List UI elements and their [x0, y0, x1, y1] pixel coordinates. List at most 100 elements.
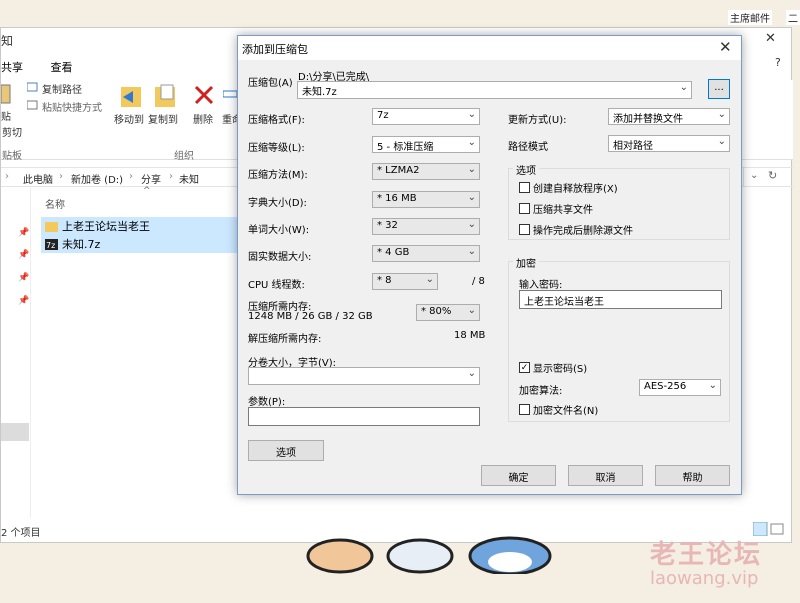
chevron-right-icon: ›: [59, 171, 63, 182]
browse-button[interactable]: ...: [708, 79, 730, 99]
compress-shared-checkbox[interactable]: 压缩共享文件: [519, 201, 593, 216]
rename-icon: [223, 90, 237, 98]
checkbox-box[interactable]: [519, 224, 530, 235]
cpu-threads-label: CPU 线程数:: [248, 280, 305, 291]
pin-icon: 📌: [18, 228, 30, 238]
update-mode-select[interactable]: 添加并替换文件 ⌄: [608, 108, 730, 125]
file-name: 上老王论坛当老王: [62, 220, 150, 233]
copy-to-icon: [155, 84, 175, 107]
delete-button[interactable]: 删除: [193, 111, 213, 126]
decompress-memory-value: 18 MB: [454, 330, 486, 341]
chevron-down-icon[interactable]: ⌄: [750, 170, 758, 181]
method-value: * LZMA2: [377, 165, 420, 176]
breadcrumb-drive-d[interactable]: 新加卷 (D:): [71, 171, 123, 186]
paste-shortcut-button[interactable]: 粘贴快捷方式: [42, 99, 102, 114]
paste-icon: [1, 84, 11, 104]
folder-icon: [45, 221, 58, 232]
navigation-pane: 📌 📌 📌 📌: [1, 188, 31, 518]
encrypt-names-checkbox[interactable]: 加密文件名(N): [519, 402, 598, 417]
checkbox-box[interactable]: [519, 203, 530, 214]
explorer-close-icon[interactable]: ✕: [765, 31, 776, 46]
cancel-button[interactable]: 取消: [568, 465, 643, 486]
tab-share[interactable]: 共享: [1, 59, 23, 75]
format-select[interactable]: 7z ⌄: [372, 108, 480, 125]
clipboard-group-label: 贴板: [2, 151, 22, 162]
delete-after-checkbox[interactable]: 操作完成后删除源文件: [519, 222, 633, 237]
dialog-titlebar[interactable]: 添加到压缩包 ✕: [238, 36, 741, 60]
archive-name-combo[interactable]: 未知.7z ⌄: [297, 81, 692, 99]
path-mode-value: 相对路径: [613, 141, 653, 152]
dictionary-select[interactable]: * 16 MB ⌄: [372, 191, 480, 208]
checkbox-box[interactable]: [519, 404, 530, 415]
word-size-select[interactable]: * 32 ⌄: [372, 218, 480, 235]
nav-selected-item[interactable]: [1, 423, 29, 441]
pin-icon: 📌: [18, 250, 30, 260]
copy-to-button[interactable]: 复制到: [148, 111, 178, 126]
ok-button[interactable]: 确定: [481, 465, 556, 486]
show-password-label: 显示密码(S): [533, 364, 588, 375]
chevron-right-icon: ›: [129, 171, 133, 182]
encrypt-names-label: 加密文件名(N): [533, 406, 599, 417]
desktop-icon-label[interactable]: 主席邮件: [728, 10, 772, 25]
ribbon-tabs: 共享 查看: [1, 59, 97, 75]
archive-name-value: 未知.7z: [302, 87, 337, 98]
column-header-name[interactable]: 名称: [45, 196, 65, 211]
breadcrumb-this-pc[interactable]: 此电脑: [23, 171, 53, 186]
checkbox-checked-icon[interactable]: ✓: [519, 362, 530, 373]
cut-button[interactable]: 剪切: [2, 124, 22, 139]
refresh-icon[interactable]: ↻: [768, 169, 777, 182]
password-input[interactable]: 上老王论坛当老王: [519, 290, 722, 309]
breadcrumb-share[interactable]: 分享: [141, 171, 161, 186]
cpu-threads-select[interactable]: * 8 ⌄: [372, 273, 438, 290]
encryption-group-title: 加密: [513, 255, 539, 270]
word-size-value: * 32: [377, 220, 398, 231]
solid-size-label: 固实数据大小:: [248, 252, 312, 263]
encryption-method-select[interactable]: AES-256 ⌄: [639, 379, 721, 396]
watermark-url: laowang.vip: [650, 568, 759, 589]
tab-view[interactable]: 查看: [51, 59, 73, 75]
dictionary-value: * 16 MB: [377, 193, 417, 204]
move-to-icon: [121, 87, 141, 107]
options-group-title: 选项: [513, 162, 539, 177]
breadcrumb-unknown[interactable]: 未知: [179, 171, 199, 186]
help-button[interactable]: 帮助: [655, 465, 730, 486]
tiles-view-icon[interactable]: [770, 523, 784, 535]
level-label: 压缩等级(L):: [248, 143, 305, 154]
path-mode-select[interactable]: 相对路径 ⌄: [608, 135, 730, 152]
volume-size-combo[interactable]: ⌄: [248, 367, 480, 385]
file-row[interactable]: 上老王论坛当老王: [41, 217, 241, 235]
create-sfx-checkbox[interactable]: 创建自释放程序(X): [519, 180, 618, 195]
close-icon[interactable]: ✕: [719, 38, 732, 56]
encryption-method-label: 加密算法:: [519, 386, 563, 397]
file-row[interactable]: 7z 未知.7z: [41, 235, 241, 253]
move-to-button[interactable]: 移动到: [114, 111, 144, 126]
checkbox-box[interactable]: [519, 182, 530, 193]
memory-percent-select[interactable]: * 80% ⌄: [416, 304, 480, 321]
show-password-checkbox[interactable]: ✓ 显示密码(S): [519, 360, 587, 375]
search-box[interactable]: ⌄ ↻: [743, 168, 791, 186]
chevron-down-icon: ⌄: [467, 192, 476, 203]
chevron-down-icon: ⌄: [467, 368, 476, 379]
sort-ascending-icon: ^: [143, 186, 151, 196]
archive-7z-icon: 7z: [45, 238, 58, 250]
desktop-icon-label-2[interactable]: 二: [786, 10, 800, 25]
parameters-input[interactable]: [248, 407, 480, 426]
chevron-right-icon: ›: [5, 171, 9, 182]
chevron-down-icon[interactable]: ⌄: [680, 82, 688, 93]
chevron-right-icon: ›: [169, 171, 173, 182]
word-size-label: 单词大小(W):: [248, 225, 310, 236]
help-icon[interactable]: ?: [775, 56, 781, 69]
pin-icon: 📌: [18, 296, 30, 306]
method-select[interactable]: * LZMA2 ⌄: [372, 163, 480, 180]
chevron-down-icon: ⌄: [425, 274, 434, 285]
options-button[interactable]: 选项: [248, 440, 324, 461]
solid-size-select[interactable]: * 4 GB ⌄: [372, 245, 480, 262]
paste-button[interactable]: 贴: [1, 108, 11, 123]
format-value: 7z: [377, 110, 389, 121]
explorer-title: 知: [1, 34, 14, 48]
level-select[interactable]: 5 - 标准压缩 ⌄: [372, 136, 480, 153]
encryption-method-value: AES-256: [644, 381, 687, 392]
item-count-status: 2 个项目: [1, 528, 41, 539]
copy-path-button[interactable]: 复制路径: [42, 81, 82, 96]
password-label: 输入密码:: [519, 280, 563, 291]
